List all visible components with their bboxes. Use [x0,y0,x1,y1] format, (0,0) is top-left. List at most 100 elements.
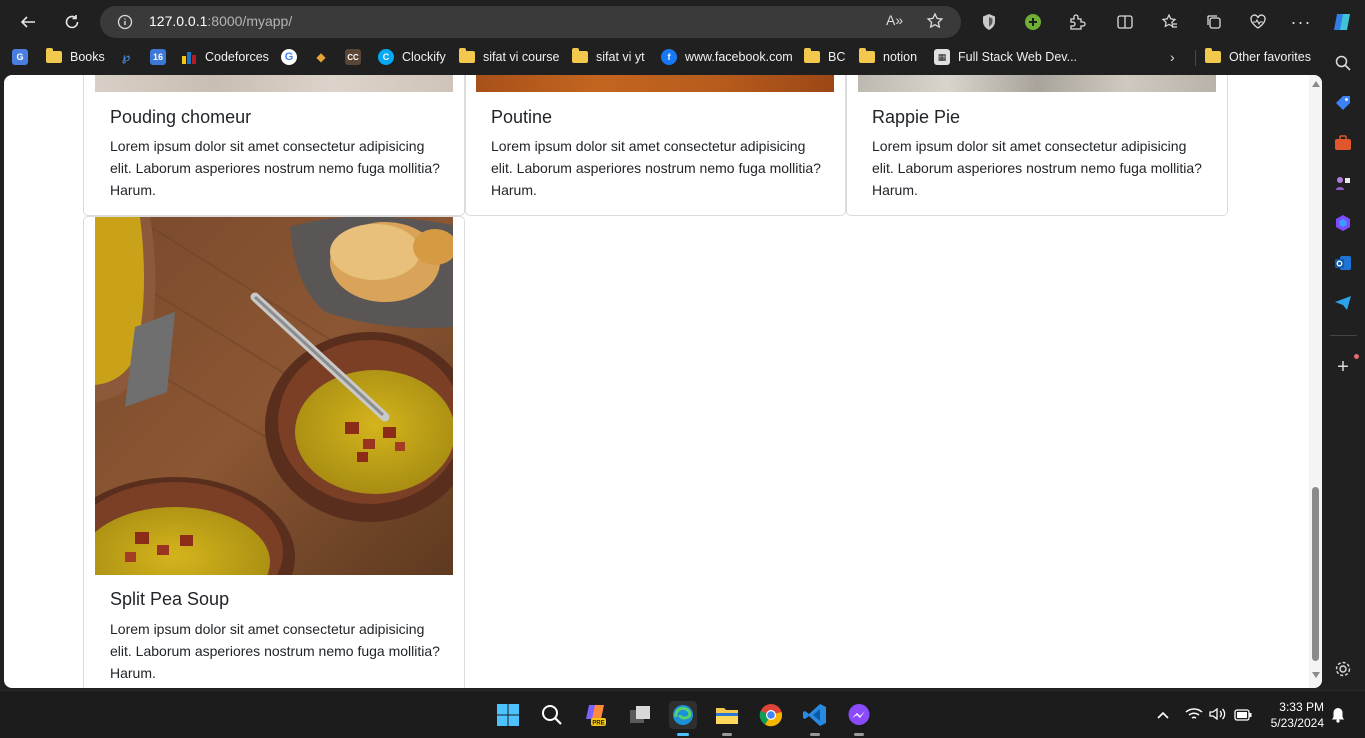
bookmark-label: BC [828,50,846,64]
shield-extension-icon[interactable] [978,11,1000,33]
chrome-icon[interactable] [757,701,785,729]
sidebar-divider [1330,335,1357,336]
bookmark-label: Other favorites [1229,50,1311,64]
bookmarks-overflow-chevron-icon[interactable]: › [1170,47,1175,67]
recipe-title: Rappie Pie [872,107,961,127]
open-indicator [854,733,864,736]
bookmark-label: sifat vi yt [596,50,645,64]
folder-icon [46,48,62,63]
messenger-icon[interactable] [845,701,873,736]
bookmark-label: notion [883,50,918,64]
copilot-icon[interactable] [1331,11,1353,33]
scroll-down-arrow-icon[interactable] [1312,672,1320,678]
recipe-description: Lorem ipsum dolor sit amet consectetur a… [110,138,440,198]
games-icon[interactable] [1332,172,1354,194]
address-bar[interactable]: 127.0.0.1:8000/myapp/ A» [100,6,961,38]
shopping-tag-icon[interactable] [1332,92,1354,114]
recipe-title: Poutine [491,107,553,127]
split-screen-icon[interactable] [1114,11,1136,33]
start-windows-icon[interactable] [494,701,522,729]
folder-icon [459,48,475,63]
clock-time: 3:33 PM [1279,700,1324,714]
extensions-icon[interactable] [1066,11,1088,33]
bookmarks-bar: G Books ℘ 16 Codeforces G ◆ CC C Clockify… [0,44,1322,70]
bookmarks-divider [1195,50,1196,66]
bookmark-codeforces[interactable]: Codeforces [181,47,269,67]
copilot-pre-icon[interactable]: PRE [582,701,610,729]
refresh-icon[interactable] [58,8,86,36]
bookmark-bc[interactable]: BC [804,47,845,67]
site-info-icon[interactable] [117,14,133,35]
bookmark-label: Full Stack Web Dev... [958,50,1078,64]
edge-taskbar-icon[interactable] [669,701,697,736]
clockify-icon: C [378,49,394,65]
page-scrollbar[interactable] [1309,75,1322,688]
bookmark-sifat-vi-yt[interactable]: sifat vi yt [572,47,645,67]
telegram-send-icon[interactable] [1332,292,1354,314]
recipe-image [858,75,1216,92]
sidebar-settings-gear-icon[interactable] [1332,658,1354,680]
notification-dot [1354,354,1359,359]
wifi-icon[interactable] [1185,707,1203,726]
bookmark-other-favorites[interactable]: Other favorites [1205,47,1311,67]
page-viewport: Pouding chomeur Lorem ipsum dolor sit am… [4,75,1322,688]
stylized-p-icon: ℘ [121,50,131,64]
bookmark-label: Clockify [402,50,446,64]
notification-bell-icon[interactable] [1331,707,1345,728]
bookmark-full-stack[interactable]: ▦ Full Stack Web Dev... [934,47,1077,67]
favorites-icon[interactable] [1159,11,1181,33]
bookmark-label: Books [70,50,105,64]
active-indicator [677,733,689,736]
bookmark-unknown-1[interactable]: ℘ [118,47,142,67]
battery-charging-icon[interactable] [1234,708,1252,726]
outlook-icon[interactable] [1332,252,1354,274]
scroll-up-arrow-icon[interactable] [1312,81,1320,87]
bookmark-notion[interactable]: notion [859,47,917,67]
vscode-icon[interactable] [801,701,829,736]
clock[interactable]: 3:33 PM 5/23/2024 [1262,699,1324,731]
search-icon[interactable] [1332,52,1354,74]
codeforces-icon [181,49,197,65]
taskbar-search-icon[interactable] [538,701,566,729]
google-icon: G [281,49,297,65]
windows-taskbar: PRE 3:33 PM 5/23/2024 [0,690,1365,738]
favorite-star-icon[interactable] [926,12,944,35]
task-view-icon[interactable] [626,701,654,729]
url-path: :8000/myapp/ [207,13,293,29]
scroll-thumb[interactable] [1312,487,1319,661]
browser-essentials-icon[interactable] [1247,11,1269,33]
bookmark-clockify[interactable]: C Clockify [378,47,446,67]
read-aloud-icon[interactable]: A» [886,12,903,28]
google-translate-bookmark[interactable]: G [12,47,36,67]
grid-icon: ▦ [934,49,950,65]
back-icon[interactable] [14,8,42,36]
facebook-icon: f [661,49,677,65]
plus-extension-icon[interactable] [1022,11,1044,33]
bookmark-facebook[interactable]: f www.facebook.com [661,47,793,67]
recipe-description: Lorem ipsum dolor sit amet consectetur a… [491,138,821,198]
bookmark-calendar[interactable]: 16 [150,47,174,67]
folder-icon [1205,48,1221,63]
copilot-app-icon[interactable] [1332,212,1354,234]
tools-briefcase-icon[interactable] [1332,132,1354,154]
bookmark-google[interactable]: G [281,47,305,67]
url-text: 127.0.0.1:8000/myapp/ [149,13,292,29]
show-hidden-icons-chevron-icon[interactable] [1156,707,1170,723]
open-indicator [810,733,820,736]
bookmark-unknown-2[interactable]: ◆ [313,47,337,67]
recipe-image [95,217,453,575]
recipe-description: Lorem ipsum dolor sit amet consectetur a… [110,621,440,681]
recipe-image [476,75,834,92]
collections-icon[interactable] [1203,11,1225,33]
codechef-icon: CC [345,49,361,65]
recipe-title: Split Pea Soup [110,589,230,609]
folder-icon [804,48,820,63]
volume-icon[interactable] [1209,707,1227,726]
bookmark-cc[interactable]: CC [345,47,369,67]
file-explorer-icon[interactable] [713,701,741,736]
bookmark-label: sifat vi course [483,50,560,64]
bookmark-books[interactable]: Books [46,47,105,67]
more-menu-icon[interactable]: ··· [1290,11,1312,33]
add-sidebar-app-icon[interactable]: + [1332,356,1354,378]
bookmark-sifat-vi-course[interactable]: sifat vi course [459,47,559,67]
